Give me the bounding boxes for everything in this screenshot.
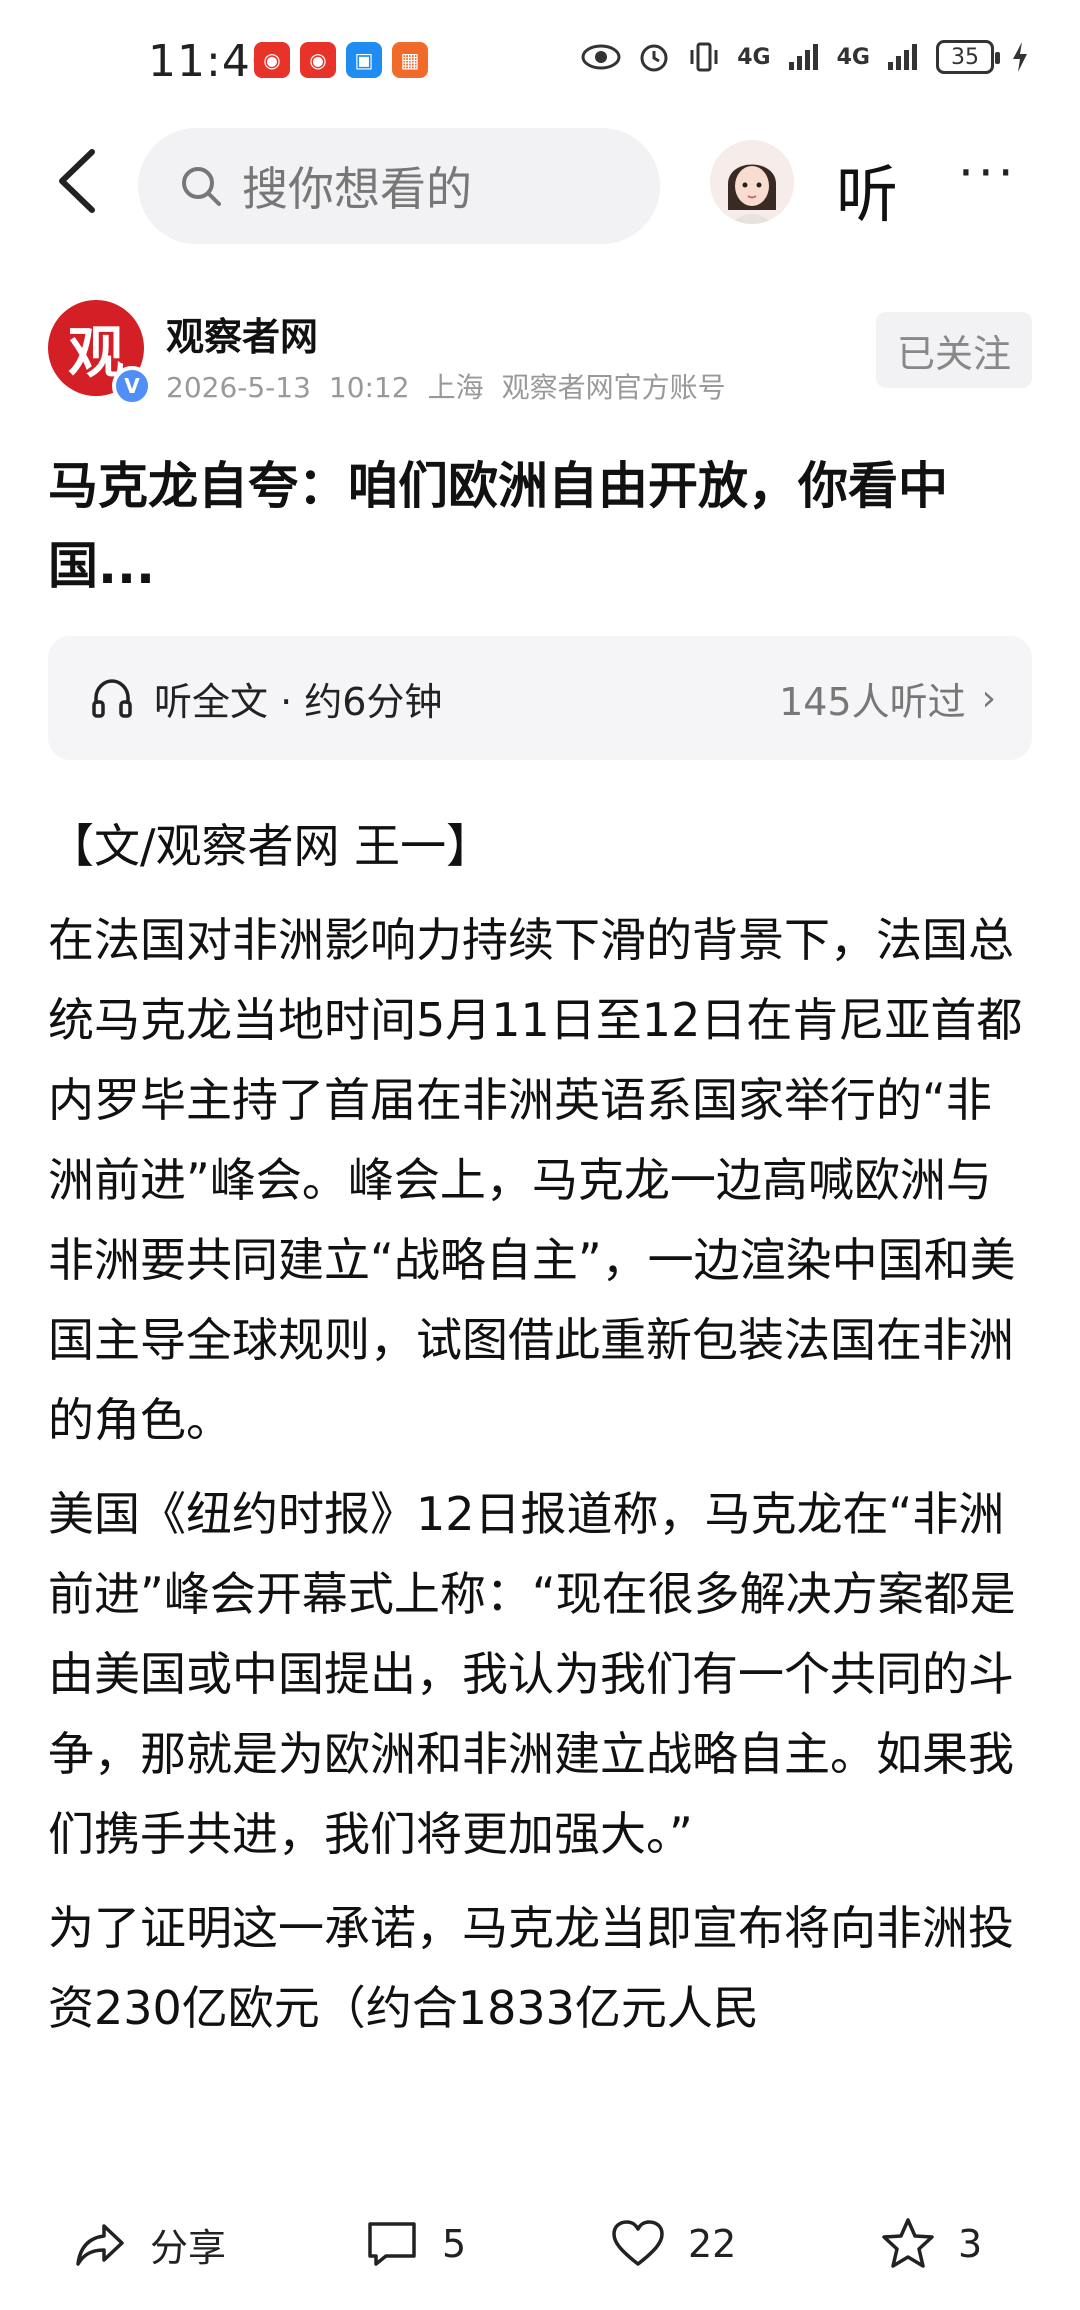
article-paragraph: 美国《纽约时报》12日报道称，马克龙在“非洲前进”峰会开幕式上称：“现在很多解决…: [48, 1487, 1016, 1861]
comment-count: 5: [442, 2222, 467, 2266]
app-notification-icon: ▣: [346, 42, 382, 78]
signal-2-label: 4G: [836, 44, 870, 70]
author-header: 观 V 观察者网 2026-5-13 10:12 上海 观察者网官方账号 已关注: [48, 300, 1032, 410]
favorite-button[interactable]: 3: [880, 2216, 982, 2272]
publish-date: 2026-5-13: [166, 371, 311, 404]
search-placeholder: 搜你想看的: [242, 162, 472, 216]
more-options-button[interactable]: ···: [958, 144, 1018, 202]
listen-full-label: 听全文 · 约6分钟: [154, 679, 443, 724]
notification-icons: ◉ ◉ ▣ ▦: [254, 42, 428, 78]
comment-button[interactable]: 5: [364, 2216, 466, 2272]
favorite-count: 3: [958, 2222, 983, 2266]
article-paragraph: 为了证明这一承诺，马克龙当即宣布将向非洲投资230亿欧元（约合1833亿元人民: [48, 1901, 1014, 2035]
like-count: 22: [688, 2222, 737, 2266]
battery-indicator: 35: [936, 40, 1000, 74]
account-type: 观察者网官方账号: [501, 371, 726, 404]
article-paragraph: 在法国对非洲影响力持续下滑的背景下，法国总统马克龙当地时间5月11日至12日在肯…: [48, 913, 1023, 1447]
author-meta: 2026-5-13 10:12 上海 观察者网官方账号: [166, 366, 744, 406]
status-right-group: 4G 4G 35: [581, 40, 1030, 74]
charging-icon: [1013, 42, 1027, 72]
listen-button[interactable]: 听: [836, 144, 898, 234]
headphone-icon: [92, 679, 132, 718]
signal-1-label: 4G: [737, 44, 771, 70]
status-bar: 11:46 ◉ ◉ ▣ ▦ 4G 4G 35: [0, 0, 1080, 120]
alarm-icon: [640, 44, 668, 72]
weibo-notification-icon: ◉: [254, 42, 290, 78]
listen-count: 145人听过: [779, 679, 966, 724]
signal-icon: [788, 44, 818, 70]
share-label: 分享: [150, 2225, 227, 2270]
author-name[interactable]: 观察者网: [166, 306, 318, 361]
article-byline: 【文/观察者网 王一】: [48, 819, 493, 873]
top-navigation-bar: 搜你想看的 听 ···: [0, 118, 1080, 244]
article-body: 【文/观察者网 王一】 在法国对非洲影响力持续下滑的背景下，法国总统马克龙当地时…: [48, 806, 1032, 2062]
publish-location: 上海: [427, 371, 484, 404]
star-icon: [882, 2218, 934, 2268]
heart-icon: [612, 2220, 664, 2266]
eye-icon: [581, 44, 621, 70]
signal-icon: [888, 44, 917, 70]
ai-assistant-avatar[interactable]: [710, 140, 794, 224]
back-arrow-icon[interactable]: [48, 146, 108, 216]
comment-icon: [368, 2222, 416, 2266]
like-button[interactable]: 22: [610, 2216, 736, 2272]
vibrate-icon: [690, 42, 718, 72]
bottom-action-bar: 分享 5 22 3: [0, 2184, 1080, 2310]
search-icon: [182, 167, 221, 206]
verified-badge-icon: V: [112, 366, 152, 406]
share-icon: [76, 2224, 124, 2266]
chevron-right-icon: ›: [981, 677, 996, 719]
avatar-icon: [710, 140, 794, 224]
app-notification-icon: ▦: [392, 42, 428, 78]
listen-full-article-bar[interactable]: 听全文 · 约6分钟 145人听过 ›: [48, 636, 1032, 760]
publish-time: 10:12: [328, 371, 410, 404]
article-title: 马克龙自夸：咱们欧洲自由开放，你看中国...: [48, 457, 948, 595]
search-input[interactable]: 搜你想看的: [138, 128, 660, 244]
weibo-notification-icon: ◉: [300, 42, 336, 78]
follow-button[interactable]: 已关注: [876, 312, 1032, 388]
share-button[interactable]: 分享: [72, 2216, 226, 2272]
